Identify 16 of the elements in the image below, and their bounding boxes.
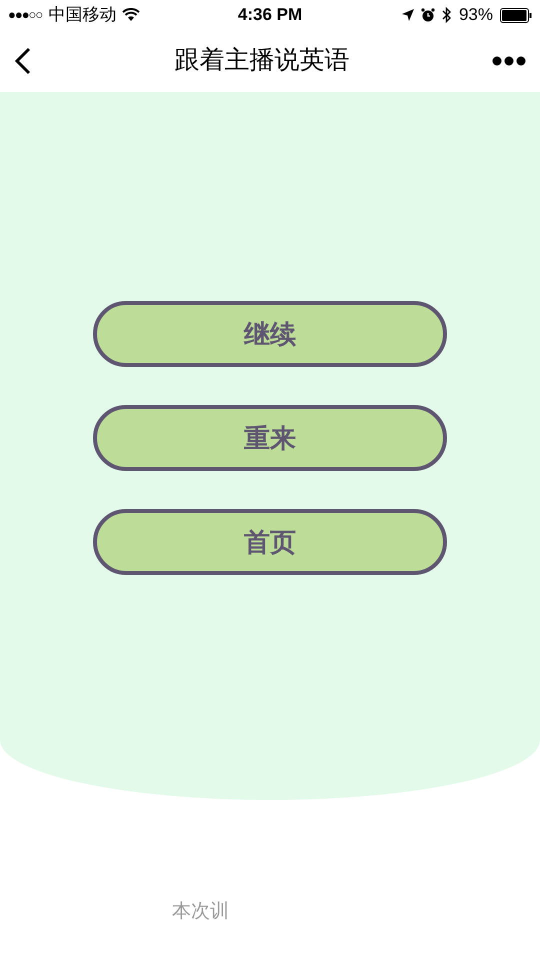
alarm-clock-icon: [420, 8, 435, 22]
clock-time: 4:36 PM: [238, 4, 302, 26]
menu-button[interactable]: 继续: [93, 301, 447, 367]
menu-button[interactable]: 重来: [93, 405, 447, 471]
page-title: 跟着主播说英语: [174, 45, 350, 76]
location-arrow-icon: [402, 9, 414, 21]
wifi-icon: [122, 8, 140, 22]
menu-button[interactable]: 首页: [93, 509, 447, 575]
battery-percentage: 93%: [458, 4, 493, 26]
training-summary-text: 本次训: [172, 901, 229, 922]
bluetooth-icon: [442, 7, 452, 23]
more-icon[interactable]: [492, 56, 526, 66]
battery-icon: [500, 8, 532, 22]
back-icon[interactable]: [14, 47, 32, 75]
carrier-name: 中国移动: [48, 4, 116, 26]
signal-strength: ●●●○○: [8, 6, 42, 24]
